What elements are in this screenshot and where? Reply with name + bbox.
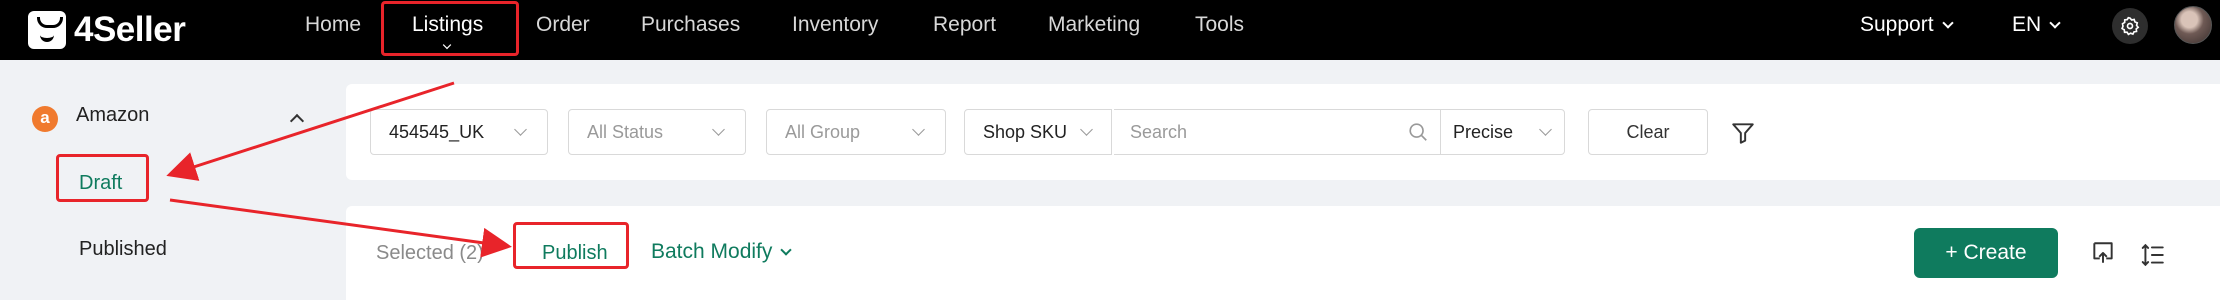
filter-bar: 454545_UK All Status All Group Shop SKU … — [346, 84, 2220, 180]
filter-icon[interactable] — [1730, 120, 1756, 146]
nav-report[interactable]: Report — [933, 0, 996, 60]
search-box — [1114, 109, 1444, 155]
store-select-value: 454545_UK — [389, 122, 485, 142]
status-select[interactable]: All Status — [568, 109, 746, 155]
app-name: 4Seller — [74, 10, 186, 49]
language-menu[interactable]: EN — [2012, 0, 2061, 60]
user-avatar[interactable] — [2174, 6, 2212, 44]
chevron-down-icon — [712, 123, 725, 136]
group-select-placeholder: All Group — [785, 122, 861, 142]
gear-icon — [2121, 16, 2140, 36]
chevron-down-icon — [1080, 123, 1093, 136]
search-icon[interactable] — [1407, 121, 1429, 143]
nav-order[interactable]: Order — [536, 0, 590, 60]
logo-icon — [28, 11, 66, 49]
sidebar — [0, 60, 326, 300]
amazon-icon: a — [32, 106, 58, 132]
nav-tools[interactable]: Tools — [1195, 0, 1244, 60]
app-logo[interactable]: 4Seller — [28, 6, 186, 54]
nav-purchases[interactable]: Purchases — [641, 0, 740, 60]
top-nav-bar: 4Seller Home Listings Order Purchases In… — [0, 0, 2220, 60]
support-menu[interactable]: Support — [1860, 0, 1954, 60]
nav-home[interactable]: Home — [305, 0, 361, 60]
annotation-box-listings — [381, 1, 519, 56]
sidebar-section-amazon[interactable]: Amazon — [76, 104, 149, 127]
search-field-select[interactable]: Shop SKU — [964, 109, 1112, 155]
chevron-down-icon — [1941, 17, 1954, 29]
selected-count: Selected (2) — [376, 242, 484, 264]
batch-modify-label: Batch Modify — [651, 240, 773, 263]
export-icon[interactable] — [2090, 240, 2116, 266]
chevron-down-icon — [780, 244, 793, 256]
search-input[interactable] — [1114, 110, 1374, 154]
chevron-down-icon — [1539, 123, 1552, 136]
sidebar-item-published[interactable]: Published — [79, 238, 167, 261]
nav-inventory[interactable]: Inventory — [792, 0, 878, 60]
chevron-down-icon — [2049, 17, 2061, 29]
chevron-down-icon — [514, 123, 527, 136]
group-select[interactable]: All Group — [766, 109, 946, 155]
column-settings-icon[interactable] — [2140, 242, 2166, 268]
chevron-down-icon — [912, 123, 925, 136]
match-mode-select[interactable]: Precise — [1440, 109, 1565, 155]
language-label: EN — [2012, 13, 2042, 36]
batch-modify-menu[interactable]: Batch Modify — [651, 240, 793, 264]
annotation-box-publish — [513, 222, 629, 269]
annotation-box-draft — [56, 154, 149, 202]
clear-button[interactable]: Clear — [1588, 109, 1708, 155]
match-mode-value: Precise — [1453, 122, 1514, 142]
create-button[interactable]: + Create — [1914, 228, 2058, 278]
status-select-placeholder: All Status — [587, 122, 664, 142]
support-label: Support — [1860, 13, 1934, 36]
store-select[interactable]: 454545_UK — [370, 109, 548, 155]
search-field-select-value: Shop SKU — [983, 122, 1068, 142]
settings-button[interactable] — [2112, 8, 2148, 44]
nav-marketing[interactable]: Marketing — [1048, 0, 1140, 60]
